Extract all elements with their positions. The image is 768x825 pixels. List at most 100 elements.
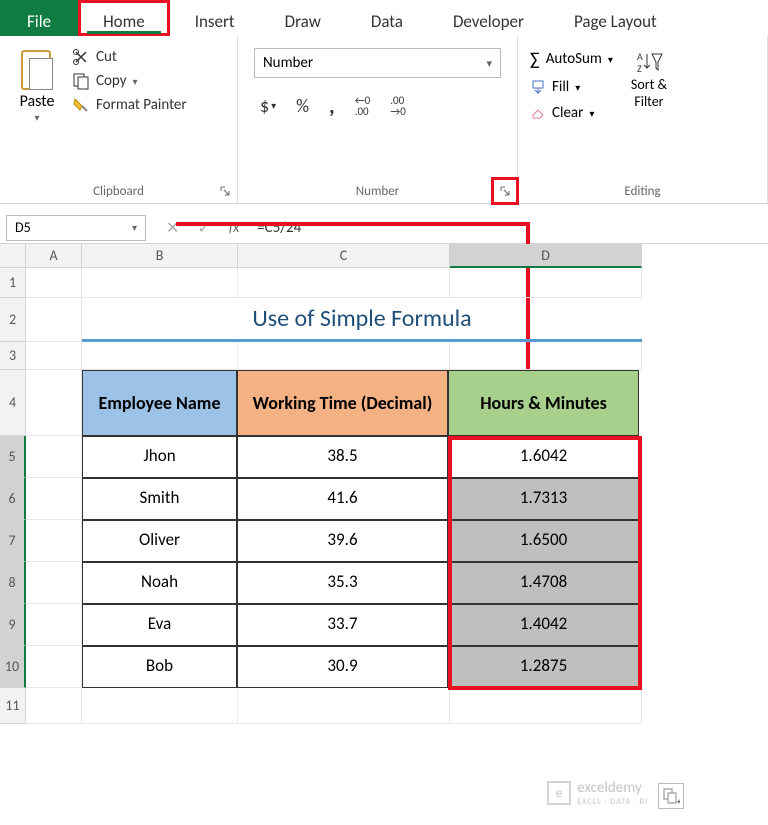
row-header-10[interactable]: 10 [0, 646, 26, 688]
ribbon-tabs: File Home Insert Draw Data Developer Pag… [0, 0, 768, 36]
fx-icon[interactable]: fx [229, 219, 239, 236]
cell-d6[interactable]: 1.7313 [448, 478, 639, 520]
col-header-c[interactable]: C [238, 244, 450, 268]
cell-b5[interactable]: Jhon [82, 436, 237, 478]
percent-format-button[interactable]: % [290, 91, 315, 121]
copy-icon [72, 72, 90, 90]
number-format-dropdown[interactable]: Number ▾ [254, 48, 501, 78]
clipboard-group: Paste ▾ Cut Copy ▾ [0, 36, 238, 203]
editing-group: ∑ AutoSum ▾ Fill ▾ Clear ▾ [518, 36, 768, 203]
comma-format-button[interactable]: , [323, 88, 341, 123]
watermark-brand: exceldemy [577, 779, 648, 797]
format-painter-button[interactable]: Format Painter [72, 96, 187, 114]
tab-insert[interactable]: Insert [170, 0, 260, 36]
cell-c5[interactable]: 38.5 [237, 436, 448, 478]
watermark: e exceldemy EXCEL · DATA · BI [547, 779, 648, 807]
brush-icon [72, 96, 90, 114]
sigma-icon: ∑ [530, 48, 540, 70]
chevron-down-icon: ▾ [34, 111, 39, 124]
funnel-icon: AZ [635, 48, 663, 76]
formula-text[interactable]: =C5/24 [257, 219, 301, 237]
chevron-down-icon: ▾ [575, 81, 580, 94]
cut-button[interactable]: Cut [72, 48, 187, 66]
cell-b6[interactable]: Smith [82, 478, 237, 520]
cell-c10[interactable]: 30.9 [237, 646, 448, 688]
clipboard-launcher-icon[interactable] [219, 185, 231, 197]
editing-group-label: Editing [528, 178, 757, 199]
row-header-6[interactable]: 6 [0, 478, 26, 520]
select-all-corner[interactable] [0, 244, 26, 268]
cell-b9[interactable]: Eva [82, 604, 237, 646]
cell-c8[interactable]: 35.3 [237, 562, 448, 604]
decrease-decimal-button[interactable]: .00→0 [384, 91, 412, 121]
cell-c7[interactable]: 39.6 [237, 520, 448, 562]
col-header-d[interactable]: D [450, 244, 642, 268]
tab-home[interactable]: Home [78, 0, 170, 36]
accounting-format-button[interactable]: $ ▾ [254, 91, 282, 121]
name-box-value: D5 [15, 219, 31, 236]
sort-filter-button[interactable]: AZ Sort & Filter [631, 48, 667, 122]
chevron-down-icon: ▾ [589, 107, 594, 120]
cell-b7[interactable]: Oliver [82, 520, 237, 562]
tab-developer[interactable]: Developer [428, 0, 549, 36]
increase-decimal-button[interactable]: ←0.00 [349, 91, 377, 121]
row-header-11[interactable]: 11 [0, 688, 26, 724]
col-header-a[interactable]: A [26, 244, 82, 268]
chevron-down-icon: ▾ [132, 221, 137, 234]
chevron-down-icon: ▾ [608, 53, 613, 66]
tab-file[interactable]: File [0, 0, 78, 36]
clipboard-group-label: Clipboard [10, 178, 227, 199]
copy-button[interactable]: Copy ▾ [72, 72, 187, 90]
autosum-button[interactable]: ∑ AutoSum ▾ [530, 48, 613, 70]
eraser-icon [530, 105, 546, 121]
chevron-down-icon: ▾ [486, 57, 492, 70]
cell-d7[interactable]: 1.6500 [448, 520, 639, 562]
watermark-tagline: EXCEL · DATA · BI [577, 797, 648, 807]
row-header-2[interactable]: 2 [0, 298, 26, 342]
launcher-highlight [491, 177, 519, 205]
cell-d9[interactable]: 1.4042 [448, 604, 639, 646]
cut-label: Cut [96, 48, 117, 66]
sort-filter-label2: Filter [634, 93, 663, 110]
cell-c6[interactable]: 41.6 [237, 478, 448, 520]
cell-c9[interactable]: 33.7 [237, 604, 448, 646]
autosum-label: AutoSum [546, 50, 602, 68]
row-header-9[interactable]: 9 [0, 604, 26, 646]
number-group-label: Number [248, 178, 507, 199]
paste-label: Paste [20, 92, 55, 111]
tab-draw[interactable]: Draw [260, 0, 346, 36]
ribbon: Paste ▾ Cut Copy ▾ [0, 36, 768, 204]
paste-options-button[interactable]: + [658, 783, 684, 809]
row-header-5[interactable]: 5 [0, 436, 26, 478]
cell-d5[interactable]: 1.6042 [448, 436, 639, 478]
tab-page-layout[interactable]: Page Layout [549, 0, 682, 36]
chevron-down-icon: ▾ [133, 75, 138, 88]
clear-button[interactable]: Clear ▾ [530, 104, 613, 122]
row-header-1[interactable]: 1 [0, 268, 26, 298]
col-header-b[interactable]: B [82, 244, 238, 268]
cell-d10[interactable]: 1.2875 [448, 646, 639, 688]
cell-b8[interactable]: Noah [82, 562, 237, 604]
fill-button[interactable]: Fill ▾ [530, 78, 613, 96]
enter-icon[interactable]: ✓ [197, 218, 210, 238]
row-header-8[interactable]: 8 [0, 562, 26, 604]
cell-b10[interactable]: Bob [82, 646, 237, 688]
number-group: Number ▾ $ ▾ % , ←0.00 .00→0 Number [238, 36, 518, 203]
row-header-4[interactable]: 4 [0, 370, 26, 436]
cancel-icon[interactable]: ✕ [166, 218, 179, 238]
sort-filter-label1: Sort & [631, 76, 667, 93]
row-header-3[interactable]: 3 [0, 342, 26, 370]
watermark-icon: e [547, 781, 571, 805]
worksheet-grid[interactable]: A B C D 1 2 Use of Simple Formula 3 4 Em… [0, 244, 768, 724]
paste-icon [17, 44, 57, 92]
tab-data[interactable]: Data [346, 0, 428, 36]
th-working-time: Working Time (Decimal) [237, 370, 448, 436]
scissors-icon [72, 48, 90, 66]
th-employee: Employee Name [82, 370, 237, 436]
cell-d8[interactable]: 1.4708 [448, 562, 639, 604]
formula-bar: D5 ▾ ✕ ✓ fx =C5/24 [0, 212, 768, 244]
copy-label: Copy [96, 72, 127, 90]
name-box[interactable]: D5 ▾ [6, 215, 146, 241]
paste-button[interactable]: Paste ▾ [10, 44, 64, 124]
row-header-7[interactable]: 7 [0, 520, 26, 562]
